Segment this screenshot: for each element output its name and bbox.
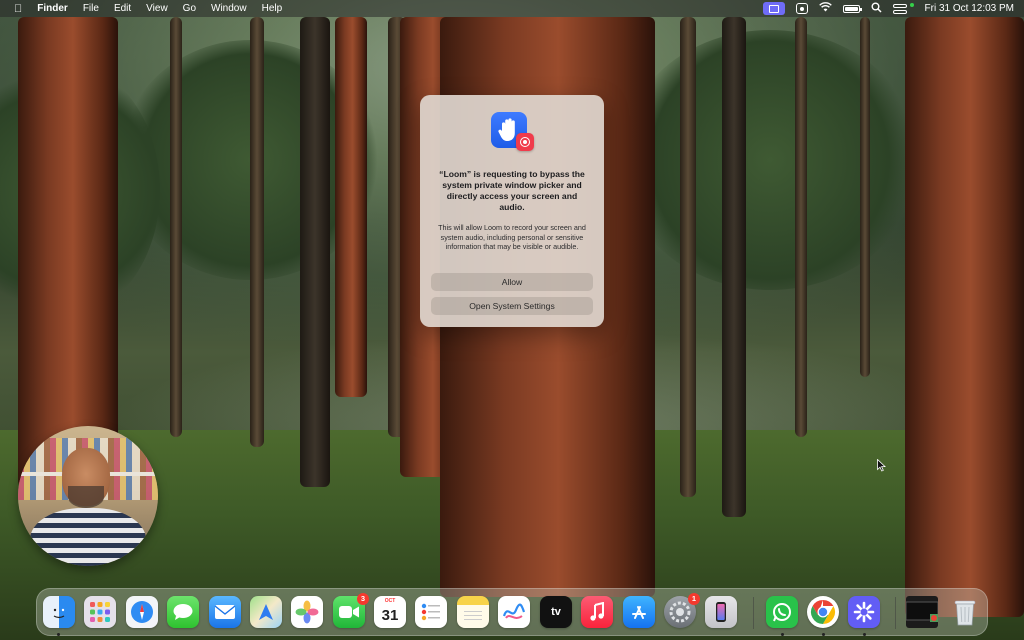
dock-finder-icon[interactable] — [43, 596, 75, 628]
menu-file[interactable]: File — [83, 3, 99, 14]
dialog-body: This will allow Loom to record your scre… — [438, 223, 586, 252]
screen-record-icon[interactable] — [795, 3, 808, 14]
dock-mail-icon[interactable] — [209, 596, 241, 628]
dock-reminders-icon[interactable] — [415, 596, 447, 628]
dock: 3 OCT 31 tv 1 — [36, 588, 988, 636]
dock-divider — [753, 597, 754, 629]
menu-edit[interactable]: Edit — [114, 3, 131, 14]
permission-dialog: “Loom” is requesting to bypass the syste… — [420, 95, 604, 327]
open-system-settings-button[interactable]: Open System Settings — [431, 297, 593, 315]
mic-indicator-icon — [909, 2, 914, 7]
dock-whatsapp-icon[interactable] — [766, 596, 798, 628]
menu-app-name[interactable]: Finder — [37, 3, 68, 14]
menu-go[interactable]: Go — [183, 3, 196, 14]
dock-trash-icon[interactable] — [949, 596, 981, 628]
apple-menu-icon[interactable]:  — [14, 3, 22, 15]
search-icon[interactable] — [871, 2, 882, 16]
dock-divider-2 — [895, 597, 896, 629]
mouse-cursor-icon — [877, 458, 887, 477]
screen-record-badge-icon — [516, 133, 534, 151]
dock-photos-icon[interactable] — [291, 596, 323, 628]
dock-freeform-icon[interactable] — [498, 596, 530, 628]
dock-loom-icon[interactable] — [848, 596, 880, 628]
menu-window[interactable]: Window — [211, 3, 247, 14]
dock-iphone-mirroring-icon[interactable] — [705, 596, 737, 628]
loom-tray-icon[interactable] — [762, 2, 785, 15]
menu-view[interactable]: View — [146, 3, 168, 14]
dock-chrome-icon[interactable] — [807, 596, 839, 628]
dock-tv-icon[interactable]: tv — [540, 596, 572, 628]
dock-music-icon[interactable] — [581, 596, 613, 628]
control-center-icon[interactable] — [892, 3, 907, 14]
dialog-title: “Loom” is requesting to bypass the syste… — [439, 169, 585, 212]
battery-icon[interactable] — [842, 4, 862, 13]
facetime-badge: 3 — [357, 593, 369, 605]
calendar-day: 31 — [381, 606, 399, 624]
dock-maps-icon[interactable] — [250, 596, 282, 628]
menu-help[interactable]: Help — [262, 3, 283, 14]
dock-app-store-icon[interactable] — [623, 596, 655, 628]
dock-downloads-stack-icon[interactable] — [906, 596, 938, 628]
menu-bar:  Finder File Edit View Go Window Help F… — [0, 0, 1024, 17]
wifi-icon[interactable] — [818, 2, 832, 15]
tv-label: tv — [551, 606, 561, 618]
dock-calendar-icon[interactable]: OCT 31 — [374, 596, 406, 628]
system-settings-badge: 1 — [688, 593, 700, 605]
dock-notes-icon[interactable] — [457, 596, 489, 628]
calendar-month: OCT — [384, 598, 396, 604]
allow-button[interactable]: Allow — [431, 273, 593, 291]
dock-safari-icon[interactable] — [126, 596, 158, 628]
webcam-bubble[interactable] — [18, 426, 158, 566]
dock-launchpad-icon[interactable] — [84, 596, 116, 628]
menu-clock[interactable]: Fri 31 Oct 12:03 PM — [925, 3, 1014, 14]
dock-messages-icon[interactable] — [167, 596, 199, 628]
